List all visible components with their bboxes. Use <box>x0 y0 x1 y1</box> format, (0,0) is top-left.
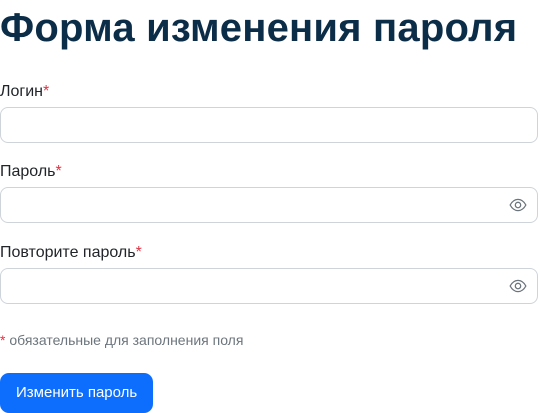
required-asterisk: * <box>55 163 62 180</box>
repeat-password-input[interactable] <box>1 269 491 303</box>
repeat-password-label: Повторите пароль* <box>0 243 142 263</box>
password-input[interactable] <box>1 188 491 222</box>
login-input[interactable] <box>1 108 491 142</box>
login-label-text: Логин <box>0 83 44 100</box>
required-note-text: обязательные для заполнения поля <box>9 332 244 348</box>
eye-icon[interactable] <box>509 196 527 214</box>
password-label-text: Пароль <box>0 163 56 180</box>
page-title: Форма изменения пароля <box>0 6 518 50</box>
required-fields-note: * обязательные для заполнения поля <box>0 331 243 349</box>
required-asterisk: * <box>43 83 50 100</box>
required-asterisk: * <box>135 244 142 261</box>
login-label: Логин* <box>0 82 49 102</box>
password-label: Пароль* <box>0 162 62 182</box>
repeat-password-field-wrapper <box>0 268 538 304</box>
repeat-password-label-text: Повторите пароль <box>0 244 136 261</box>
login-field-wrapper <box>0 107 538 143</box>
required-asterisk: * <box>0 332 6 348</box>
change-password-button[interactable]: Изменить пароль <box>0 373 154 413</box>
eye-icon[interactable] <box>509 277 527 295</box>
password-field-wrapper <box>0 187 538 223</box>
